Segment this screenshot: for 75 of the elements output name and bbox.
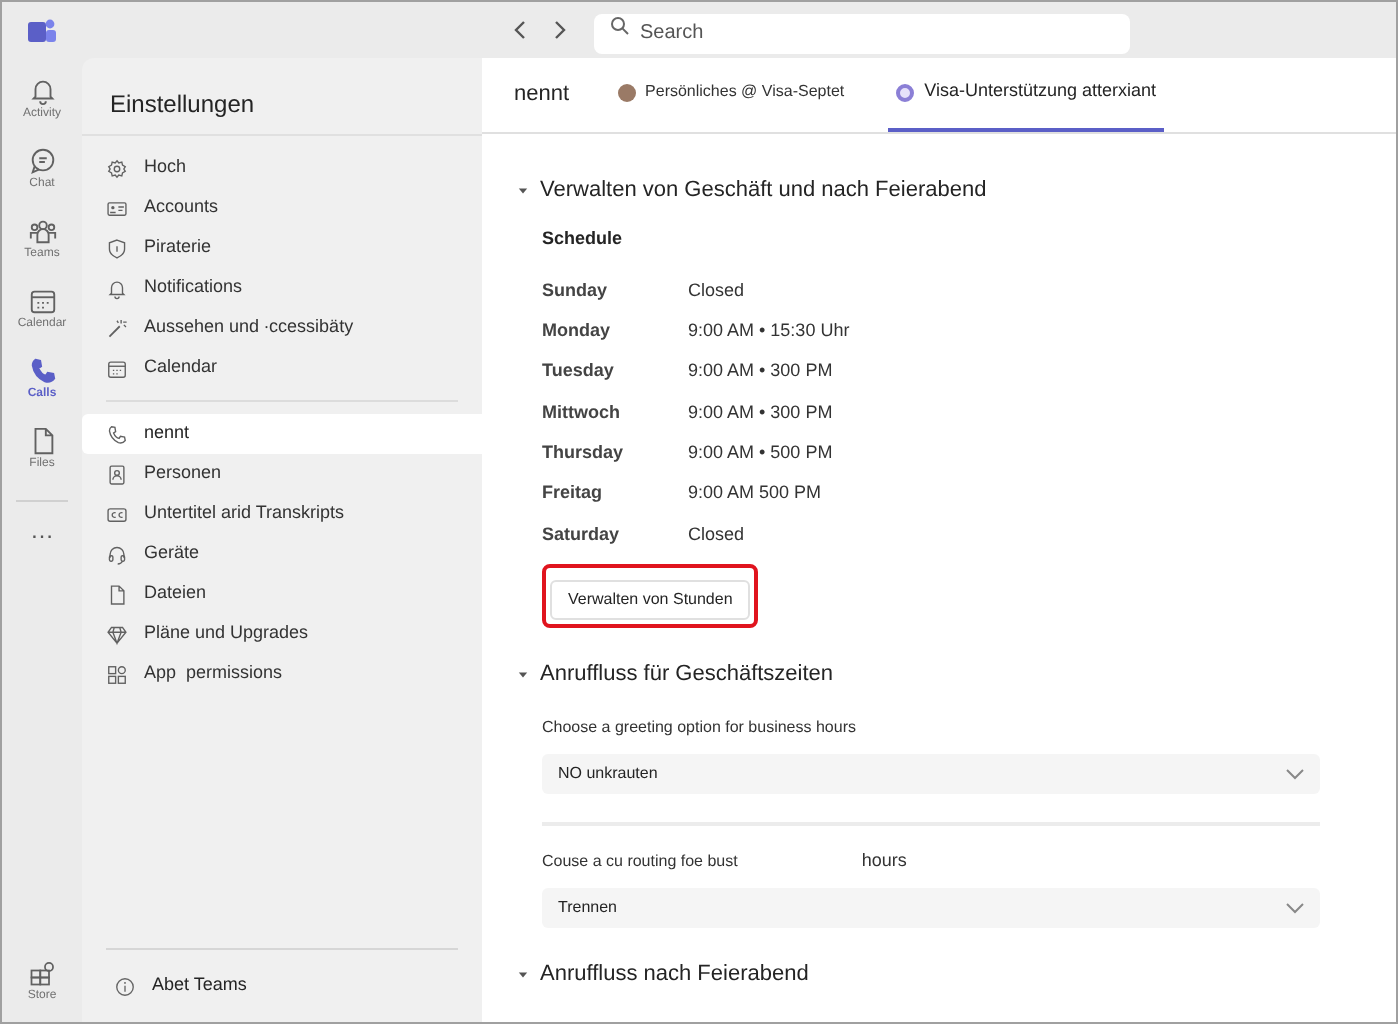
hours-value: Closed — [688, 521, 745, 548]
avatar-icon — [896, 83, 915, 101]
settings-item[interactable]: nennt — [82, 414, 482, 454]
settings-item[interactable]: Piraterie — [82, 228, 482, 268]
settings-item[interactable]: Pläne und Upgrades — [82, 614, 482, 654]
hours-value: 9:00 AM 500 PM — [688, 480, 822, 507]
people-icon — [27, 216, 57, 246]
settings-item[interactable]: Dateien — [82, 574, 482, 614]
chat-bubble-icon — [27, 146, 57, 176]
search-icon — [610, 16, 630, 36]
field-label: Choose a greeting option for business hours — [542, 715, 856, 740]
field-label: Couse a cu routing foe bust — [542, 849, 738, 874]
settings-item[interactable]: App permissions — [82, 654, 482, 694]
calendar-icon — [27, 286, 57, 316]
settings-item[interactable]: Hoch — [82, 148, 482, 188]
day-label: Mittwoch — [542, 399, 622, 426]
settings-icon — [106, 157, 128, 179]
dropdown[interactable]: NO unkrauten — [542, 753, 1320, 794]
settings-item[interactable]: Personen — [82, 454, 482, 494]
settings-item[interactable]: Aussehen und ∙ccessibäty — [82, 308, 482, 348]
schedule-heading: Schedule — [542, 226, 625, 252]
day-label: Thursday — [542, 440, 626, 467]
diamond-icon — [106, 623, 128, 645]
chevron-down-icon — [1286, 901, 1304, 914]
day-label: Freitag — [542, 480, 605, 507]
file-icon — [106, 583, 128, 605]
grid-icon — [106, 663, 128, 685]
more-button[interactable]: … — [30, 518, 54, 542]
shield-icon — [106, 237, 128, 259]
caret-icon[interactable] — [518, 970, 528, 981]
hours-value: 9:00 AM • 15:30 Uhr — [688, 318, 850, 345]
back-icon[interactable] — [512, 20, 528, 40]
caret-icon[interactable] — [518, 185, 528, 195]
wand-icon — [106, 317, 128, 339]
dropdown[interactable]: Trennen — [542, 887, 1320, 928]
search-field[interactable]: Search — [594, 13, 1130, 53]
settings-item[interactable]: Accounts — [82, 188, 482, 228]
captions-icon — [106, 503, 128, 525]
tab[interactable]: Persönliches @ Visa-Septet — [609, 56, 853, 132]
section-title: Anruffluss für Geschäftszeiten — [540, 660, 834, 691]
settings-item[interactable]: Notifications — [82, 268, 482, 308]
section-title: Verwalten von Geschäft und nach Feierabend — [540, 175, 987, 206]
settings-item[interactable]: Untertitel arid Transkripts — [82, 494, 482, 534]
hours-value: 9:00 AM • 300 PM — [688, 399, 833, 426]
bell-icon — [27, 76, 57, 106]
avatar-icon — [617, 83, 636, 101]
id-card-icon — [106, 197, 128, 219]
settings-title: Einstellungen — [108, 88, 257, 122]
hours-value: 9:00 AM • 300 PM — [688, 358, 833, 385]
manage-hours-button[interactable]: Verwalten von Stunden — [550, 579, 751, 620]
app-logo-icon — [28, 17, 56, 43]
headset-icon — [106, 543, 128, 565]
day-label: Saturday — [542, 521, 622, 548]
section-title: Anruffluss nach Feierabend — [540, 960, 809, 991]
phone-icon — [106, 423, 128, 445]
day-label: Tuesday — [542, 358, 616, 385]
bell-icon — [106, 277, 128, 299]
day-label: Monday — [542, 318, 613, 345]
contact-card-icon — [106, 463, 128, 485]
field-label: hours — [861, 847, 907, 874]
tab[interactable]: Visa-Unterstützung atterxiant — [888, 56, 1165, 132]
day-label: Sunday — [542, 277, 610, 304]
phone-icon — [27, 356, 57, 386]
settings-item[interactable]: Calendar — [82, 348, 482, 388]
settings-item[interactable]: Geräte — [82, 534, 482, 574]
hours-value: Closed — [688, 277, 745, 304]
calendar-icon — [106, 357, 128, 379]
page-title: nennt — [514, 79, 570, 110]
about-link[interactable]: Abet Teams — [152, 972, 247, 1000]
forward-icon[interactable] — [552, 20, 568, 40]
chevron-down-icon — [1286, 767, 1304, 780]
info-icon — [114, 975, 136, 997]
grid-icon — [28, 960, 56, 988]
hours-value: 9:00 AM • 500 PM — [688, 440, 833, 467]
caret-icon[interactable] — [518, 670, 528, 681]
